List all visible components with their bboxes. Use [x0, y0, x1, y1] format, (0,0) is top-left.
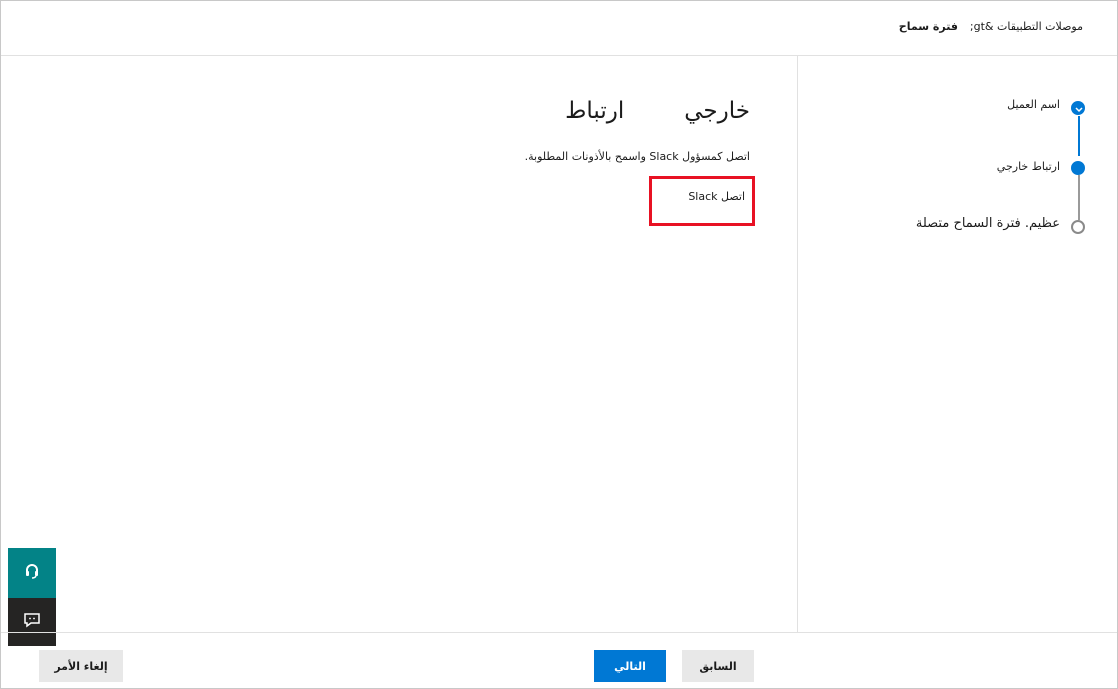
step-connector-pending — [1078, 175, 1080, 220]
page-title-part1: خارجي — [684, 98, 750, 124]
page-title: خارجي ارتباط — [565, 98, 750, 124]
step-3-label: عظيم. فترة السماح متصلة — [915, 216, 1060, 231]
step-2-current-icon — [1071, 161, 1085, 175]
step-1-check-icon — [1071, 101, 1085, 115]
wizard-steps-panel: اسم العميل ارتباط خارجي عظيم. فترة السما… — [797, 56, 1118, 632]
header-bar: موصلات التطبيقات &gt; فترة سماح — [1, 1, 1117, 56]
cancel-button[interactable]: إلغاء الأمر — [39, 650, 123, 682]
support-button[interactable] — [8, 548, 56, 598]
page-title-part2: ارتباط — [565, 98, 625, 124]
footer-bar — [1, 632, 1117, 689]
back-button[interactable]: السابق — [682, 650, 754, 682]
connect-slack-link[interactable]: اتصل Slack — [688, 190, 745, 203]
breadcrumb-current: فترة سماح — [898, 20, 958, 33]
instruction-text: اتصل كمسؤول Slack واسمح بالأذونات المطلو… — [524, 150, 750, 163]
breadcrumb-parent[interactable]: موصلات التطبيقات &gt; — [970, 20, 1083, 33]
breadcrumb: موصلات التطبيقات &gt; فترة سماح — [899, 20, 1083, 33]
headset-icon — [23, 562, 41, 584]
step-1-label: اسم العميل — [1007, 98, 1060, 111]
feedback-icon — [23, 612, 41, 632]
step-2-label: ارتباط خارجي — [996, 160, 1060, 173]
next-button[interactable]: التالي — [594, 650, 666, 682]
step-connector-done — [1078, 116, 1080, 156]
step-3-pending-icon — [1071, 220, 1085, 234]
connect-highlight-box: اتصل Slack — [649, 176, 755, 226]
